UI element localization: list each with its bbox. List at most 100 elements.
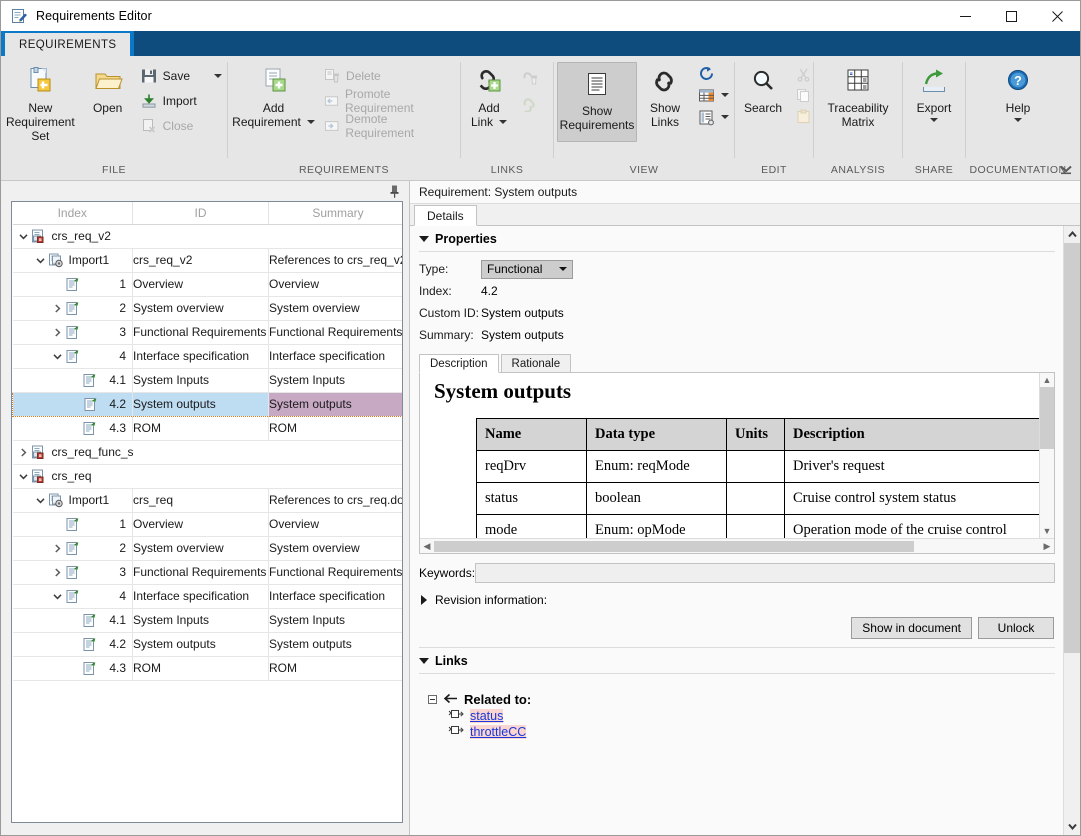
add-link-chevron-down-icon[interactable] [499, 120, 507, 124]
table-row[interactable]: 4 Interface specification Interface specif… [12, 344, 402, 369]
help-button[interactable]: ? Help [990, 60, 1046, 122]
tree-twisty-icon[interactable] [51, 543, 65, 553]
tree-twisty-icon[interactable] [51, 567, 65, 577]
paste-icon [797, 109, 810, 123]
pin-icon[interactable] [389, 185, 400, 198]
description-vertical-scrollbar[interactable]: ▲ ▼ [1039, 373, 1054, 538]
table-row[interactable]: Import1 crs_req_v2 References to crs_req_v… [12, 248, 402, 273]
desc-scroll-down-arrow-icon[interactable]: ▼ [1040, 524, 1054, 538]
table-row[interactable]: 4.3 ROM ROM [12, 416, 402, 441]
link-group-collapse-box-icon[interactable] [428, 695, 437, 704]
link-label[interactable]: throttleCC [470, 725, 527, 739]
revision-expand-triangle-icon[interactable] [421, 595, 427, 605]
revision-information-row[interactable]: Revision information: [410, 583, 1063, 607]
tree-column-summary[interactable]: Summary [268, 202, 402, 225]
list-item[interactable]: status [428, 707, 1063, 723]
table-row[interactable]: 1 Overview Overview [12, 272, 402, 297]
description-table-cell: reqDrv [476, 450, 587, 483]
table-row[interactable]: 4.1 System Inputs System Inputs [12, 368, 402, 393]
add-requirement-chevron-down-icon[interactable] [306, 120, 315, 124]
tree-twisty-icon[interactable] [34, 256, 48, 265]
tab-details[interactable]: Details [414, 205, 477, 226]
link-label[interactable]: status [470, 709, 504, 723]
save-button[interactable]: Save [136, 63, 227, 88]
desc-vscroll-thumb[interactable] [1040, 387, 1054, 449]
requirements-tree[interactable]: Index ID Summary crs_req_v2 Import1 crs_re… [11, 201, 403, 823]
table-row[interactable]: 4 Interface specification Interface specif… [12, 584, 402, 609]
tree-twisty-icon[interactable] [17, 472, 31, 481]
open-button[interactable]: Open [80, 60, 136, 115]
details-scroll-down-button[interactable] [1064, 818, 1080, 835]
tree-cell-summary: Overview [268, 512, 402, 537]
unlock-button[interactable]: Unlock [978, 617, 1054, 639]
table-row[interactable]: 1 Overview Overview [12, 512, 402, 537]
tree-column-id[interactable]: ID [132, 202, 269, 225]
show-links-button[interactable]: Show Links [637, 60, 693, 129]
add-link-button[interactable]: Add Link [461, 60, 517, 129]
desc-hscroll-thumb[interactable] [434, 540, 914, 552]
layout-button[interactable] [693, 106, 734, 128]
traceability-matrix-button[interactable]: Traceability Matrix [816, 60, 900, 129]
links-section-header[interactable]: Links [410, 648, 1063, 672]
desc-scroll-left-arrow-icon[interactable]: ◀ [420, 541, 434, 552]
maximize-button[interactable] [988, 1, 1034, 31]
links-collapse-triangle-icon[interactable] [419, 658, 429, 664]
table-row[interactable]: 4.2 System outputs System outputs [12, 632, 402, 657]
description-table-cell [726, 514, 785, 538]
desc-scroll-right-arrow-icon[interactable]: ▶ [1040, 541, 1054, 552]
export-chevron-down-icon[interactable] [930, 118, 938, 122]
type-chevron-down-icon[interactable] [559, 267, 567, 271]
properties-section-header[interactable]: Properties [410, 226, 1063, 250]
tree-twisty-icon[interactable] [51, 327, 65, 337]
tree-twisty-icon[interactable] [51, 592, 65, 601]
type-dropdown[interactable]: Functional [481, 259, 573, 279]
details-scroll-up-button[interactable] [1064, 226, 1080, 243]
table-row[interactable]: 2 System overview System overview [12, 296, 402, 321]
desc-scroll-up-arrow-icon[interactable]: ▲ [1040, 373, 1054, 387]
table-row[interactable]: 2 System overview System overview [12, 536, 402, 561]
table-row[interactable]: 4.2 System outputs System outputs [12, 391, 402, 417]
search-button[interactable]: Search [735, 60, 791, 115]
keywords-input[interactable] [475, 563, 1055, 583]
help-chevron-down-icon[interactable] [1014, 118, 1022, 122]
export-button[interactable]: Export [905, 60, 963, 122]
show-requirements-button[interactable]: Show Requirements [557, 62, 637, 142]
new-requirement-set-button[interactable]: New Requirement Set [1, 60, 80, 143]
add-requirement-button[interactable]: Add Requirement [228, 60, 319, 129]
tree-twisty-icon[interactable] [17, 232, 31, 241]
description-editor[interactable]: System outputs Name Data type Units Desc… [419, 372, 1055, 554]
tab-requirements[interactable]: REQUIREMENTS [5, 31, 131, 56]
minimize-button[interactable] [942, 1, 988, 31]
close-button[interactable] [1034, 1, 1080, 31]
show-in-document-button[interactable]: Show in document [851, 617, 972, 639]
details-vscroll-thumb[interactable] [1064, 243, 1080, 653]
tree-twisty-icon[interactable] [17, 447, 31, 457]
details-vertical-scrollbar[interactable] [1063, 226, 1080, 835]
table-row[interactable]: 4.1 System Inputs System Inputs [12, 608, 402, 633]
table-row[interactable]: crs_req_v2 [12, 224, 402, 249]
link-group-related-to[interactable]: Related to: [428, 692, 1063, 707]
columns-button[interactable] [693, 84, 734, 106]
tree-twisty-icon[interactable] [51, 352, 65, 361]
table-row[interactable]: 3 Functional Requirements Functional Requi… [12, 560, 402, 585]
tab-rationale[interactable]: Rationale [500, 354, 572, 373]
description-horizontal-scrollbar[interactable]: ◀ ▶ [420, 538, 1054, 553]
list-item[interactable]: throttleCC [428, 723, 1063, 739]
layout-chevron-down-icon[interactable] [721, 115, 729, 119]
properties-collapse-triangle-icon[interactable] [419, 236, 429, 242]
tree-twisty-icon[interactable] [51, 303, 65, 313]
table-row[interactable]: crs_req [12, 464, 402, 489]
tab-description[interactable]: Description [419, 354, 499, 373]
import-button[interactable]: Import [136, 88, 227, 113]
save-dropdown-chevron-down-icon[interactable] [214, 73, 222, 78]
table-row[interactable]: crs_req_func_spec [12, 440, 402, 465]
table-row[interactable]: Import1 crs_req References to crs_req.docx [12, 488, 402, 513]
columns-chevron-down-icon[interactable] [721, 93, 729, 97]
tree-twisty-icon[interactable] [34, 496, 48, 505]
desc-col-name: Name [476, 418, 587, 451]
refresh-button[interactable] [693, 62, 734, 84]
collapse-ribbon-button[interactable] [1058, 161, 1074, 177]
tree-column-index[interactable]: Index [12, 202, 133, 225]
table-row[interactable]: 4.3 ROM ROM [12, 656, 402, 681]
table-row[interactable]: 3 Functional Requirements Functional Requi… [12, 320, 402, 345]
